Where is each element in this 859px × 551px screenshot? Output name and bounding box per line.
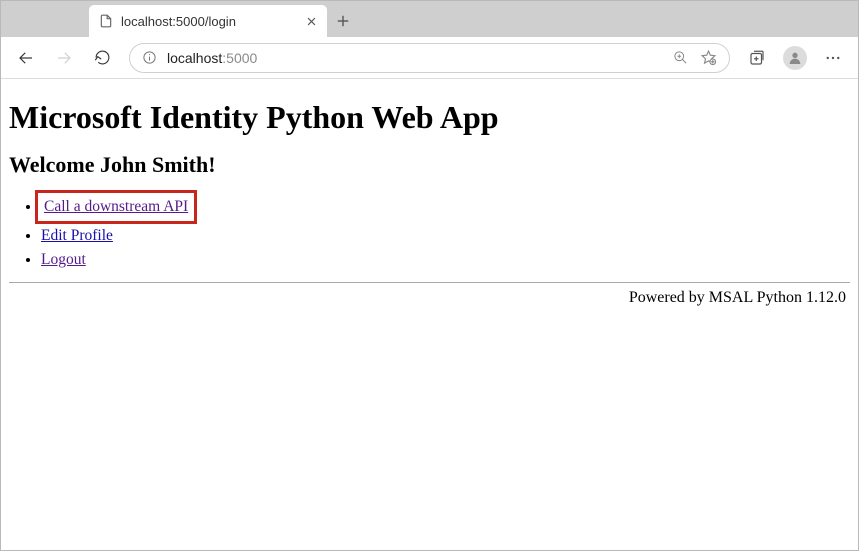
list-item: Call a downstream API [41, 190, 850, 224]
list-item: Edit Profile [41, 224, 850, 248]
menu-button[interactable] [816, 41, 850, 75]
url-text: localhost:5000 [167, 50, 663, 66]
highlight-annotation: Call a downstream API [35, 190, 197, 224]
page-content: Microsoft Identity Python Web App Welcom… [1, 79, 858, 315]
site-info-icon[interactable] [142, 50, 157, 65]
browser-tab[interactable]: localhost:5000/login [89, 5, 327, 37]
refresh-button[interactable] [85, 41, 119, 75]
logout-link[interactable]: Logout [41, 251, 86, 268]
back-button[interactable] [9, 41, 43, 75]
tab-title: localhost:5000/login [121, 14, 298, 29]
profile-button[interactable] [778, 41, 812, 75]
url-port: :5000 [222, 50, 257, 66]
divider [9, 282, 850, 283]
call-api-link[interactable]: Call a downstream API [44, 198, 188, 215]
forward-button[interactable] [47, 41, 81, 75]
welcome-heading: Welcome John Smith! [9, 152, 850, 178]
new-tab-button[interactable] [327, 5, 359, 37]
zoom-icon[interactable] [673, 50, 688, 65]
favorite-icon[interactable] [700, 49, 717, 66]
close-tab-icon[interactable] [306, 16, 317, 27]
browser-toolbar: localhost:5000 [1, 37, 858, 79]
page-title: Microsoft Identity Python Web App [9, 99, 850, 136]
url-host: localhost [167, 50, 222, 66]
page-icon [99, 14, 113, 28]
address-bar[interactable]: localhost:5000 [129, 43, 730, 73]
footer-text: Powered by MSAL Python 1.12.0 [9, 289, 850, 307]
tab-strip: localhost:5000/login [1, 1, 858, 37]
avatar [783, 46, 807, 70]
edit-profile-link[interactable]: Edit Profile [41, 227, 113, 244]
collections-button[interactable] [740, 41, 774, 75]
nav-list: Call a downstream API Edit Profile Logou… [9, 190, 850, 272]
list-item: Logout [41, 248, 850, 272]
